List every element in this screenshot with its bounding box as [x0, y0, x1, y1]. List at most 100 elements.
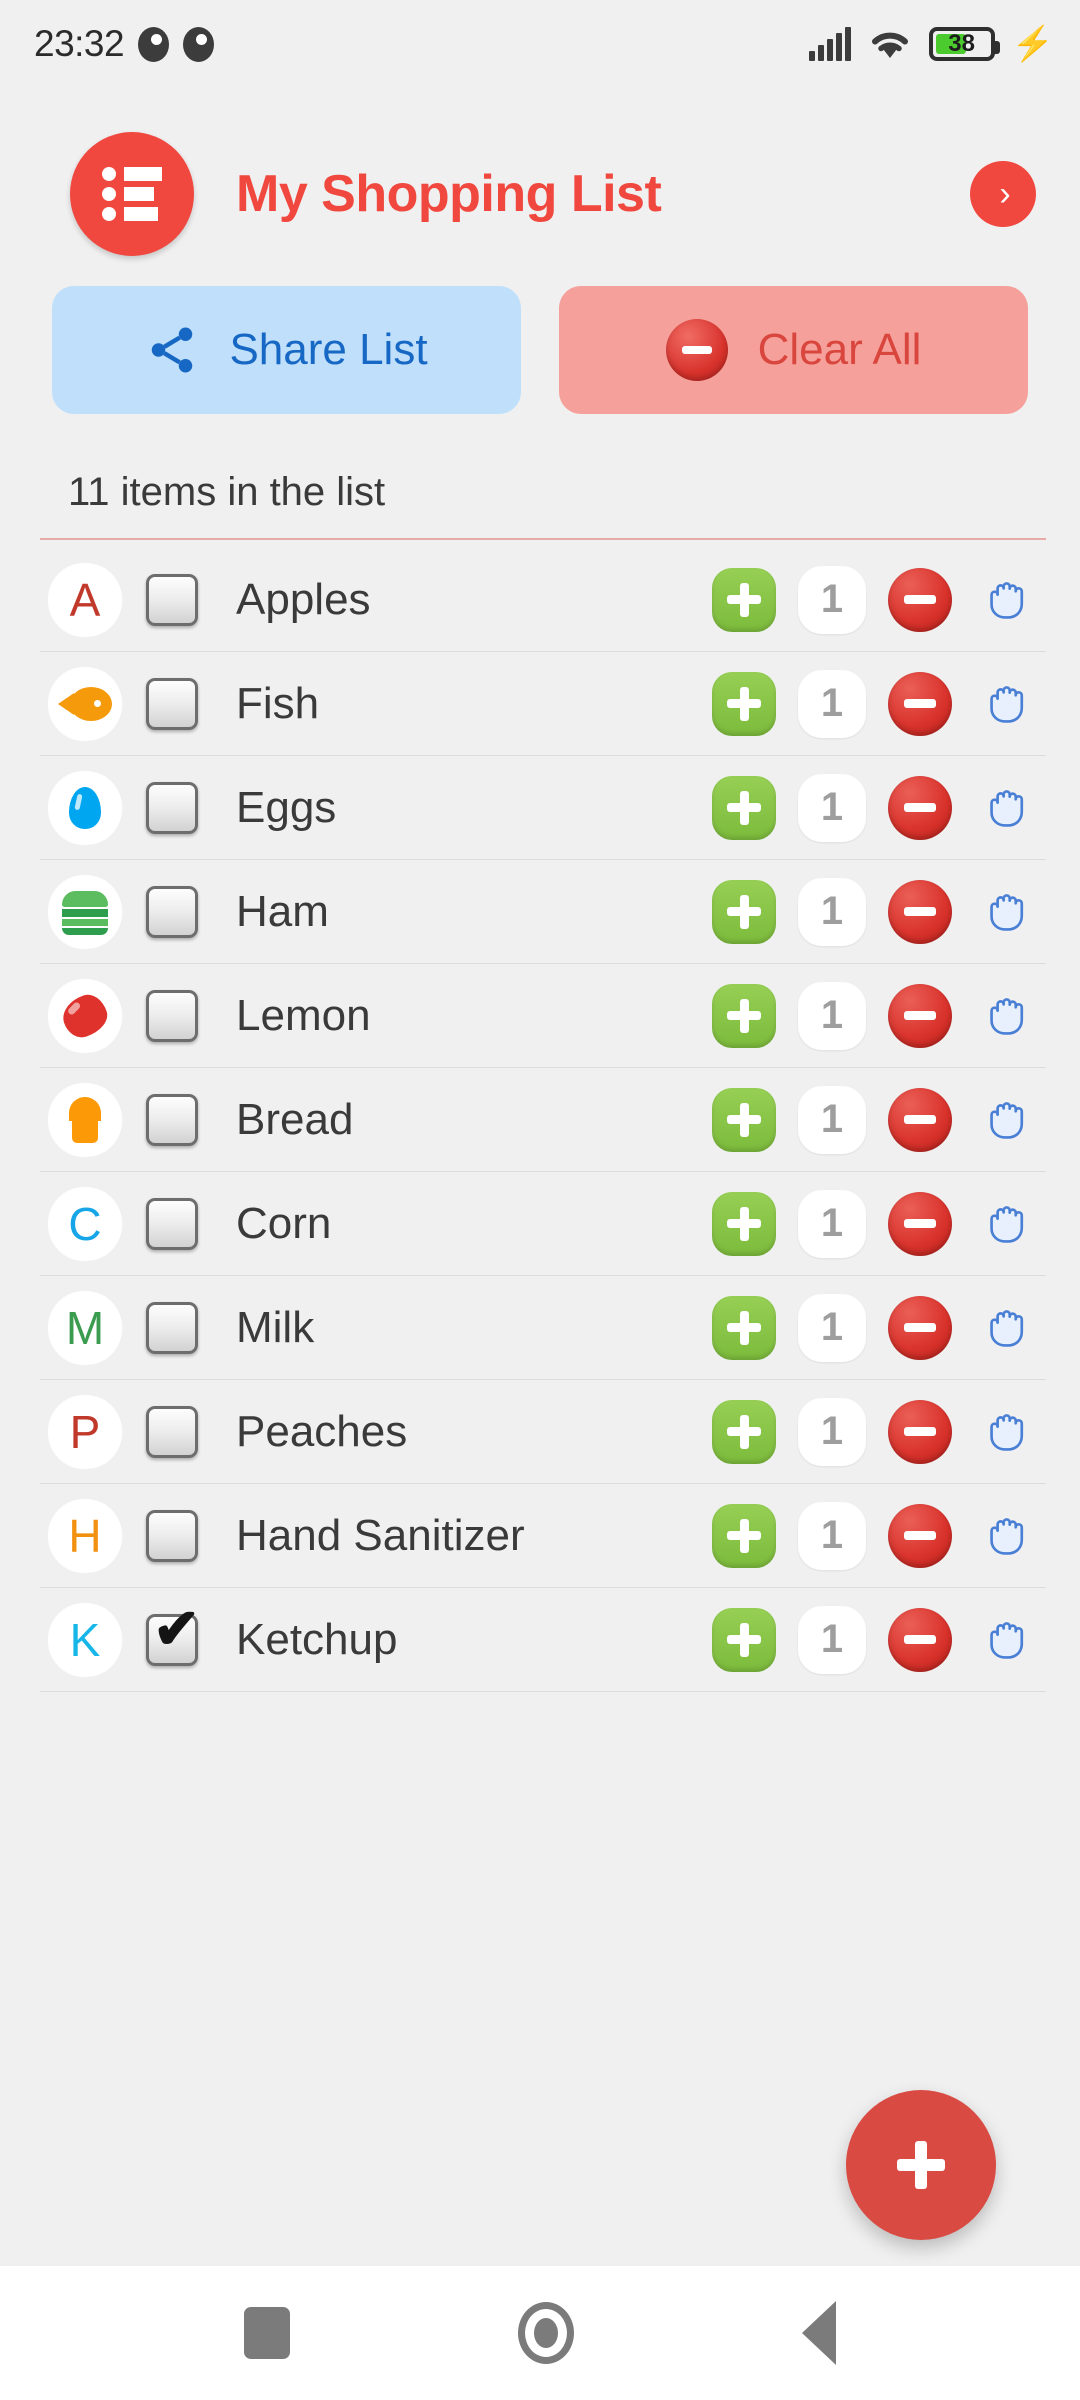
list-item[interactable]: Eggs 1: [40, 756, 1046, 860]
share-list-label: Share List: [229, 325, 428, 374]
decrement-button[interactable]: [888, 1503, 952, 1568]
drag-handle[interactable]: [976, 880, 1040, 944]
item-avatar: [48, 874, 122, 949]
decrement-button[interactable]: [888, 671, 952, 736]
item-name: Corn: [236, 1198, 332, 1248]
item-quantity[interactable]: 1: [798, 1293, 866, 1362]
fish-icon: [58, 686, 112, 721]
decrement-button[interactable]: [888, 567, 952, 632]
item-checkbox[interactable]: [146, 677, 198, 730]
item-checkbox[interactable]: [146, 885, 198, 938]
status-clock: 23:32: [34, 23, 125, 64]
list-item[interactable]: A Apples 1: [40, 548, 1046, 652]
avatar-letter: H: [68, 1509, 102, 1562]
avatar-letter: C: [68, 1197, 102, 1250]
item-quantity[interactable]: 1: [798, 1605, 866, 1674]
decrement-button[interactable]: [888, 983, 952, 1048]
decrement-button[interactable]: [888, 1191, 952, 1256]
item-avatar: H: [48, 1498, 122, 1573]
item-checkbox[interactable]: [146, 781, 198, 834]
item-avatar: P: [48, 1394, 122, 1469]
list-logo-icon[interactable]: [70, 132, 194, 256]
increment-button[interactable]: [712, 775, 776, 840]
item-checkbox[interactable]: [146, 1093, 198, 1146]
drag-handle[interactable]: [976, 1608, 1040, 1672]
list-item[interactable]: C Corn 1: [40, 1172, 1046, 1276]
hand-drag-icon: [990, 1309, 1024, 1347]
item-quantity[interactable]: 1: [798, 1397, 866, 1466]
clear-all-button[interactable]: Clear All: [559, 286, 1028, 414]
item-name: Fish: [236, 678, 320, 728]
increment-button[interactable]: [712, 1087, 776, 1152]
item-name: Apples: [236, 574, 371, 624]
item-quantity[interactable]: 1: [798, 773, 866, 842]
increment-button[interactable]: [712, 1399, 776, 1464]
list-item[interactable]: Ham 1: [40, 860, 1046, 964]
decrement-button[interactable]: [888, 775, 952, 840]
avatar-letter: K: [69, 1613, 101, 1666]
item-checkbox[interactable]: ✔: [146, 1600, 200, 1666]
hand-drag-icon: [990, 1101, 1024, 1139]
item-checkbox[interactable]: [146, 989, 198, 1042]
share-icon: [152, 327, 193, 373]
home-circle-icon[interactable]: [518, 2302, 574, 2364]
moon-phase-icon: [138, 26, 170, 62]
item-quantity[interactable]: 1: [798, 981, 866, 1050]
increment-button[interactable]: [712, 1607, 776, 1672]
clear-all-label: Clear All: [757, 325, 922, 374]
list-item[interactable]: P Peaches 1: [40, 1380, 1046, 1484]
item-quantity[interactable]: 1: [798, 669, 866, 738]
increment-button[interactable]: [712, 567, 776, 632]
drag-handle[interactable]: [976, 568, 1040, 632]
item-quantity[interactable]: 1: [798, 1501, 866, 1570]
drag-handle[interactable]: [976, 1088, 1040, 1152]
item-checkbox[interactable]: [146, 1301, 198, 1354]
increment-button[interactable]: [712, 1191, 776, 1256]
list-item[interactable]: Lemon 1: [40, 964, 1046, 1068]
drag-handle[interactable]: [976, 776, 1040, 840]
drag-handle[interactable]: [976, 984, 1040, 1048]
list-item[interactable]: H Hand Sanitizer 1: [40, 1484, 1046, 1588]
drag-handle[interactable]: [976, 1504, 1040, 1568]
drag-handle[interactable]: [976, 1400, 1040, 1464]
app-root: 23:32 38 ⚡ My Shopping List › Share List…: [0, 0, 1080, 2400]
list-item[interactable]: M Milk 1: [40, 1276, 1046, 1380]
item-name: Milk: [236, 1302, 315, 1352]
increment-button[interactable]: [712, 671, 776, 736]
item-checkbox[interactable]: [146, 1405, 198, 1458]
item-quantity[interactable]: 1: [798, 1085, 866, 1154]
increment-button[interactable]: [712, 983, 776, 1048]
decrement-button[interactable]: [888, 1087, 952, 1152]
item-quantity[interactable]: 1: [798, 565, 866, 634]
hand-drag-icon: [990, 893, 1024, 931]
decrement-button[interactable]: [888, 1295, 952, 1360]
increment-button[interactable]: [712, 879, 776, 944]
item-avatar: C: [48, 1186, 122, 1261]
list-item[interactable]: Fish 1: [40, 652, 1046, 756]
add-item-fab[interactable]: [846, 2090, 996, 2240]
decrement-button[interactable]: [888, 1607, 952, 1672]
drag-handle[interactable]: [976, 1192, 1040, 1256]
minus-circle-icon: [665, 319, 728, 381]
drag-handle[interactable]: [976, 1296, 1040, 1360]
item-quantity[interactable]: 1: [798, 1189, 866, 1258]
list-item[interactable]: K ✔ Ketchup 1: [40, 1588, 1046, 1692]
list-item[interactable]: Bread 1: [40, 1068, 1046, 1172]
increment-button[interactable]: [712, 1295, 776, 1360]
item-checkbox[interactable]: [146, 1509, 198, 1562]
decrement-button[interactable]: [888, 1399, 952, 1464]
recents-square-icon[interactable]: [244, 2307, 290, 2359]
chevron-right-icon[interactable]: ›: [970, 161, 1036, 227]
avatar-letter: A: [69, 573, 101, 626]
increment-button[interactable]: [712, 1503, 776, 1568]
item-quantity[interactable]: 1: [798, 877, 866, 946]
hand-drag-icon: [990, 789, 1024, 827]
drag-handle[interactable]: [976, 672, 1040, 736]
decrement-button[interactable]: [888, 879, 952, 944]
share-list-button[interactable]: Share List: [52, 286, 521, 414]
wifi-icon: [871, 32, 908, 58]
back-triangle-icon[interactable]: [802, 2301, 836, 2365]
moon-phase-icon: [183, 26, 215, 62]
item-checkbox[interactable]: [146, 573, 198, 626]
item-checkbox[interactable]: [146, 1197, 198, 1250]
